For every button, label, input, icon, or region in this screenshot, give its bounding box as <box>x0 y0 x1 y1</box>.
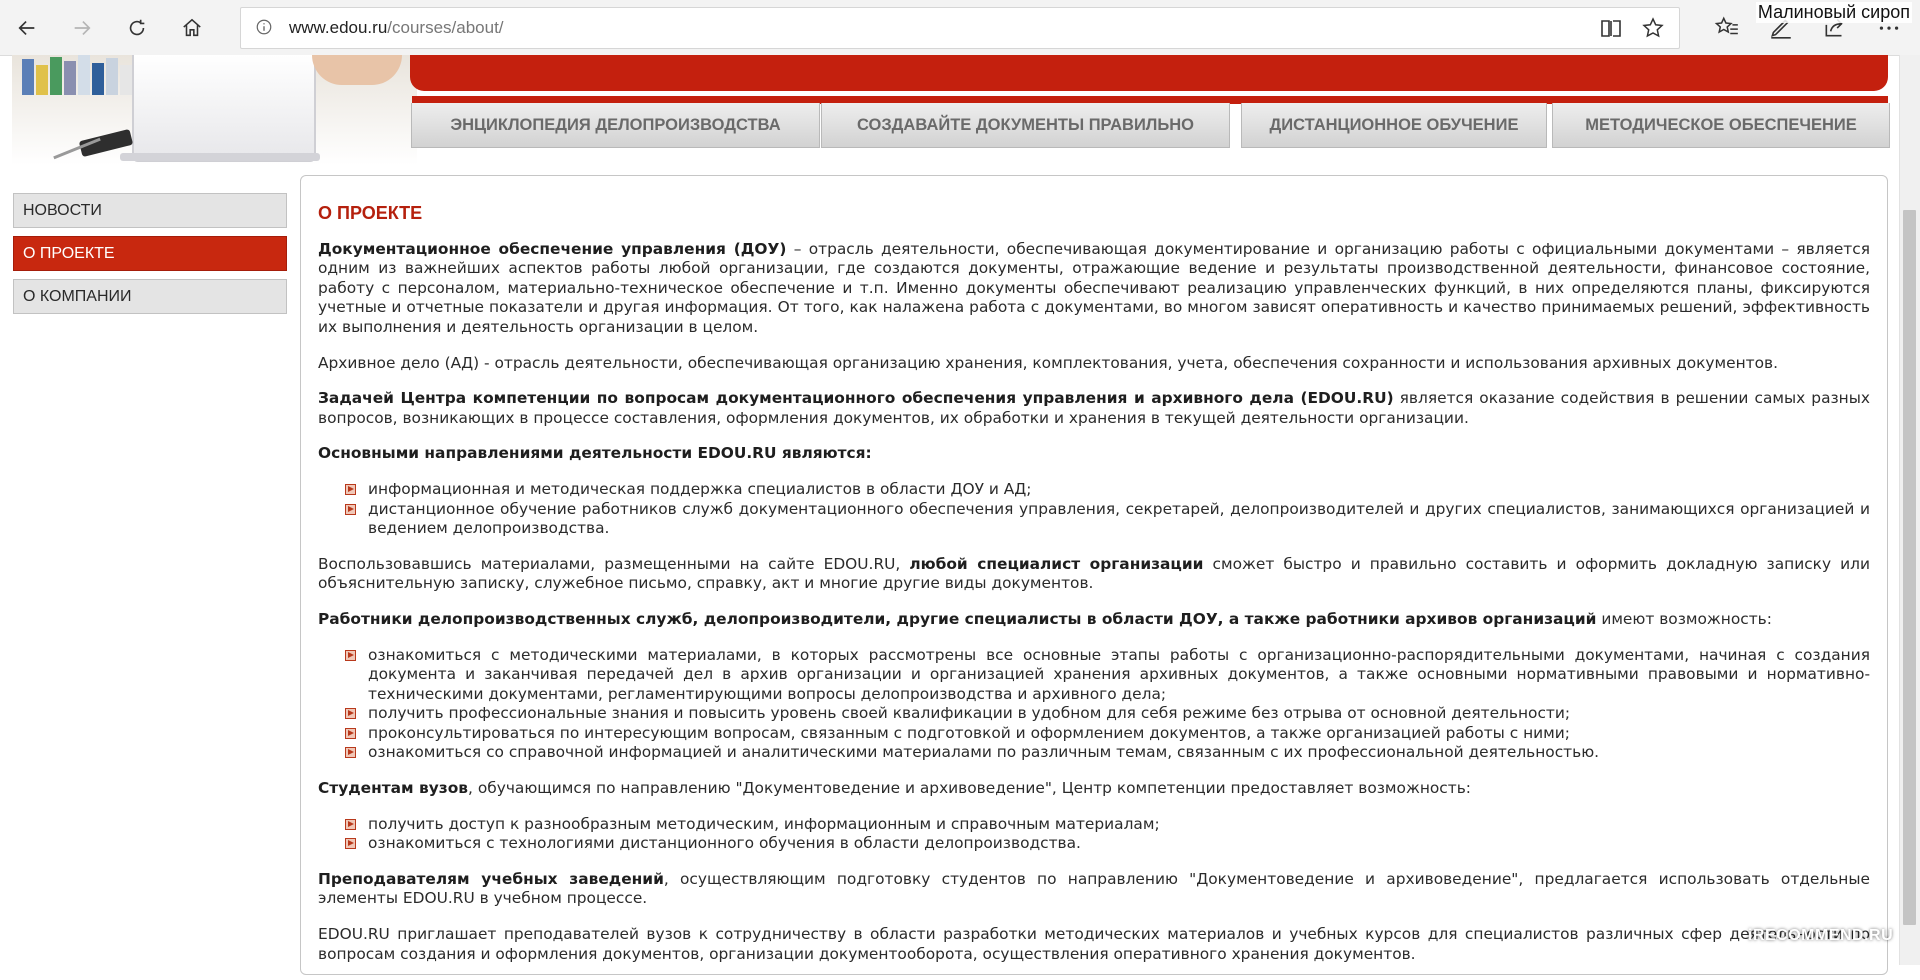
side-menu-item-about-company[interactable]: О КОМПАНИИ <box>13 279 287 314</box>
directions-list: информационная и методическая поддержка … <box>318 480 1870 539</box>
header-banner <box>410 55 1888 91</box>
back-button[interactable] <box>9 10 45 46</box>
list-item-text: информационная и методическая поддержка … <box>368 479 1032 498</box>
bullet-icon <box>345 727 356 739</box>
back-arrow-icon <box>18 20 35 36</box>
url-text[interactable]: www.edou.ru/courses/about/ <box>289 18 504 38</box>
students-list: получить доступ к разнообразным методиче… <box>318 815 1870 854</box>
nav-tab-methodical-support[interactable]: МЕТОДИЧЕСКОЕ ОБЕСПЕЧЕНИЕ <box>1552 103 1890 148</box>
forward-button[interactable] <box>64 10 100 46</box>
address-bar[interactable]: www.edou.ru/courses/about/ <box>240 7 1680 49</box>
bullet-icon <box>345 747 356 759</box>
dou-term: Документационное обеспечение управления … <box>318 239 787 258</box>
reading-view-icon[interactable] <box>1599 16 1623 40</box>
any-specialist-term: любой специалист организации <box>909 554 1204 573</box>
page-title: О ПРОЕКТЕ <box>318 203 423 223</box>
side-menu-item-news[interactable]: НОВОСТИ <box>13 193 287 228</box>
bullet-icon <box>345 838 356 850</box>
list-item-text: проконсультироваться по интересующим воп… <box>368 723 1570 742</box>
list-item: проконсультироваться по интересующим воп… <box>345 723 1870 744</box>
paragraph-workers: Работники делопроизводственных служб, де… <box>318 610 1870 630</box>
students-text: , обучающимся по направлению "Документов… <box>468 779 1471 798</box>
list-item: получить доступ к разнообразным методиче… <box>345 814 1870 835</box>
paragraph-teachers: Преподавателям учебных заведений, осущес… <box>318 870 1870 909</box>
list-item: дистанционное обучение работников служб … <box>345 499 1870 539</box>
workers-term: Работники делопроизводственных служб, де… <box>318 609 1597 628</box>
article: О ПРОЕКТЕ Документационное обеспечение у… <box>318 203 1870 980</box>
list-item-text: ознакомиться с методическими материалами… <box>368 645 1870 703</box>
list-item: ознакомиться со справочной информацией и… <box>345 743 1870 763</box>
page-scrollbar[interactable] <box>1899 55 1920 965</box>
home-icon <box>183 18 201 37</box>
scrollbar-thumb[interactable] <box>1903 210 1916 925</box>
header-image <box>12 55 417 165</box>
content-panel: О ПРОЕКТЕ Документационное обеспечение у… <box>300 175 1888 975</box>
bullet-icon <box>345 503 356 515</box>
top-navigation: ЭНЦИКЛОПЕДИЯ ДЕЛОПРОИЗВОДСТВА СОЗДАВАЙТЕ… <box>411 103 1890 149</box>
laptop-base <box>120 153 320 161</box>
paragraph-archive: Архивное дело (АД) - отрасль деятельност… <box>318 353 1779 372</box>
bullet-icon <box>345 708 356 720</box>
refresh-button[interactable] <box>119 10 155 46</box>
teachers-term: Преподавателям учебных заведений <box>318 869 664 888</box>
paragraph-invitation: EDOU.RU приглашает преподавателей вузов … <box>318 925 1870 963</box>
any-specialist-pre: Воспользовавшись материалами, размещенны… <box>318 554 910 573</box>
list-item-text: ознакомиться со справочной информацией и… <box>368 743 1600 762</box>
info-icon[interactable] <box>255 18 273 36</box>
side-menu-item-about-project[interactable]: О ПРОЕКТЕ <box>13 236 287 271</box>
url-path: /courses/about/ <box>387 18 504 37</box>
side-menu: НОВОСТИ О ПРОЕКТЕ О КОМПАНИИ <box>13 193 287 322</box>
paragraph-dou: Документационное обеспечение управления … <box>318 240 1870 338</box>
students-term: Студентам вузов <box>318 779 469 798</box>
list-item-text: получить профессиональные знания и повыс… <box>368 704 1571 723</box>
list-item: ознакомиться с технологиями дистанционно… <box>345 834 1870 854</box>
paragraph-students: Студентам вузов, обучающимся по направле… <box>318 779 1870 799</box>
nav-tab-encyclopedia[interactable]: ЭНЦИКЛОПЕДИЯ ДЕЛОПРОИЗВОДСТВА <box>411 103 820 148</box>
star-icon[interactable] <box>1641 16 1665 40</box>
refresh-icon <box>129 19 145 36</box>
list-item-text: получить доступ к разнообразным методиче… <box>368 814 1160 833</box>
mission-term: Задачей Центра компетенции по вопросам д… <box>318 389 1394 408</box>
browser-toolbar: www.edou.ru/courses/about/ Малиновый сир… <box>0 0 1920 56</box>
bullet-icon <box>345 649 356 661</box>
laptop-illustration <box>132 55 316 162</box>
profile-label: Малиновый сироп <box>1755 2 1912 23</box>
directions-heading: Основными направлениями деятельности EDO… <box>318 444 872 463</box>
bullet-icon <box>345 818 356 830</box>
list-item: информационная и методическая поддержка … <box>345 479 1870 500</box>
list-item-text: дистанционное обучение работников служб … <box>368 499 1870 538</box>
home-button[interactable] <box>174 10 210 46</box>
workers-text: имеют возможность: <box>1596 609 1772 628</box>
paragraph-any-specialist: Воспользовавшись материалами, размещенны… <box>318 555 1870 594</box>
list-item: получить профессиональные знания и повыс… <box>345 704 1870 724</box>
paragraph-mission: Задачей Центра компетенции по вопросам д… <box>318 389 1870 428</box>
list-item-text: ознакомиться с технологиями дистанционно… <box>368 834 1081 853</box>
workers-list: ознакомиться с методическими материалами… <box>318 646 1870 764</box>
bullet-icon <box>345 483 356 495</box>
forward-arrow-icon <box>74 20 91 36</box>
url-host: www.edou.ru <box>289 18 388 37</box>
nav-tab-create-documents[interactable]: СОЗДАВАЙТЕ ДОКУМЕНТЫ ПРАВИЛЬНО <box>821 103 1230 148</box>
nav-tab-distance-learning[interactable]: ДИСТАНЦИОННОЕ ОБУЧЕНИЕ <box>1241 103 1547 148</box>
watermark-text: iRECOMMEND.RU <box>1748 927 1894 944</box>
paragraph-directions-heading: Основными направлениями деятельности EDO… <box>318 444 1870 464</box>
list-item: ознакомиться с методическими материалами… <box>345 645 1870 705</box>
favorites-icon[interactable] <box>1714 14 1740 40</box>
